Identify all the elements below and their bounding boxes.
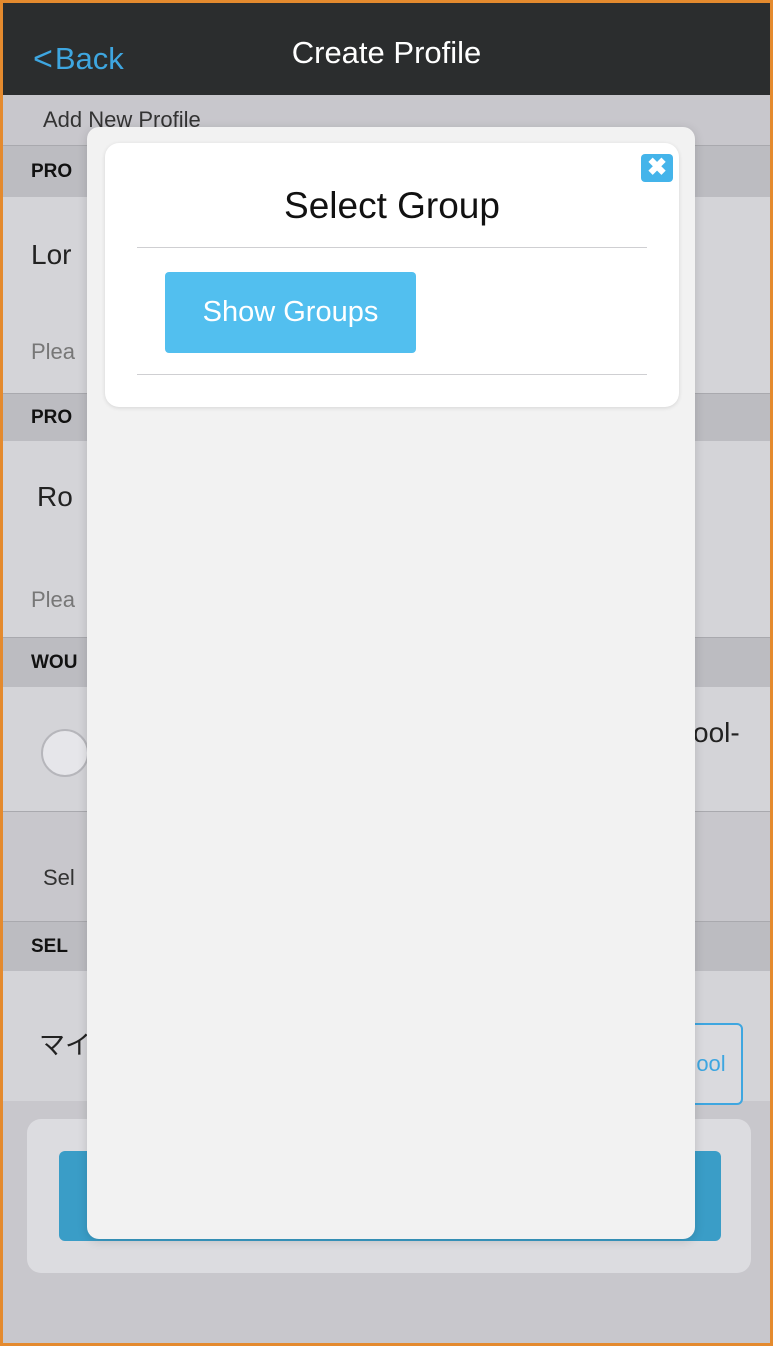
close-icon[interactable]: ✖ xyxy=(641,154,673,182)
modal-title: Select Group xyxy=(284,185,500,226)
option-row-text: ool- xyxy=(693,717,740,748)
profile-field-2-hint: Plea xyxy=(31,587,76,612)
navigation-bar: < Back Create Profile xyxy=(3,3,770,95)
profile-field-1-hint: Plea xyxy=(31,339,76,364)
modal-divider-top xyxy=(137,247,647,248)
profile-field-2-value: Ro xyxy=(37,481,73,512)
select-label: Sel xyxy=(43,865,75,890)
profile-field-1-value: Lor xyxy=(31,239,72,270)
page-title: Create Profile xyxy=(291,35,482,70)
show-groups-button[interactable]: Show Groups xyxy=(165,272,416,353)
radio-button[interactable] xyxy=(41,729,89,777)
app-frame: < Back Create Profile Add New Profile PR… xyxy=(0,0,773,1346)
modal-divider-bottom xyxy=(137,374,647,375)
select-row-value: マイ xyxy=(39,1030,92,1060)
